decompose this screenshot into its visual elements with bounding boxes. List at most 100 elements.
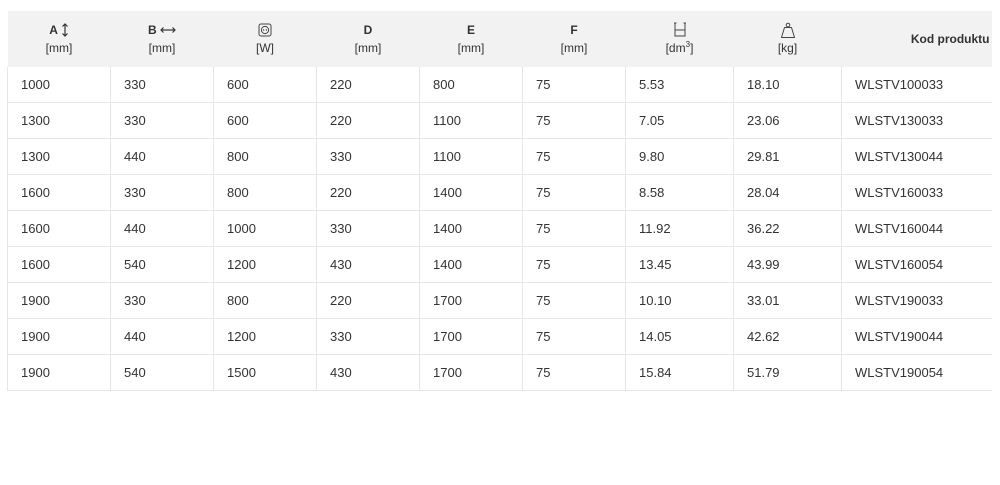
cell-weight: 28.04 <box>733 174 842 211</box>
table-row: 1900 440 1200 330 1700 75 14.05 42.62 WLSTV19004… <box>7 318 992 355</box>
cell-e: 1100 <box>419 138 523 175</box>
cell-e: 1400 <box>419 210 523 247</box>
table-row: 1900 330 800 220 1700 75 10.10 33.01 WLSTV190033 <box>7 282 992 319</box>
cell-weight: 51.79 <box>733 354 842 391</box>
cell-product-code: WLSTV130044 <box>841 138 992 175</box>
power-outlet-icon <box>258 23 272 37</box>
cell-b: 440 <box>110 210 214 247</box>
cell-f: 75 <box>522 210 626 247</box>
cell-weight: 23.06 <box>733 102 842 139</box>
cell-b: 540 <box>110 354 214 391</box>
column-header-power: [W] <box>213 11 317 67</box>
cell-a: 1900 <box>7 282 111 319</box>
cell-f: 75 <box>522 354 626 391</box>
cell-power: 1200 <box>213 246 317 283</box>
cell-volume: 15.84 <box>625 354 734 391</box>
column-header-a-label: A <box>49 22 58 37</box>
cell-product-code: WLSTV190054 <box>841 354 992 391</box>
cell-d: 430 <box>316 246 420 283</box>
cell-weight: 33.01 <box>733 282 842 319</box>
cell-f: 75 <box>522 282 626 319</box>
cell-b: 330 <box>110 174 214 211</box>
cell-e: 1700 <box>419 282 523 319</box>
cell-volume: 11.92 <box>625 210 734 247</box>
column-header-product-code: Kod produktu <box>841 11 992 67</box>
column-header-d-label: D <box>363 22 373 37</box>
column-header-b-label: B <box>147 22 157 37</box>
cell-weight: 36.22 <box>733 210 842 247</box>
table-row: 1300 330 600 220 1100 75 7.05 23.06 WLSTV130033 <box>7 102 992 139</box>
cell-e: 800 <box>419 67 523 103</box>
cell-product-code: WLSTV190033 <box>841 282 992 319</box>
cell-product-code: WLSTV190044 <box>841 318 992 355</box>
cell-b: 330 <box>110 102 214 139</box>
cell-power: 1000 <box>213 210 317 247</box>
table-body: 1000 330 600 220 800 75 5.53 18.10 WLSTV100033 13… <box>7 67 992 391</box>
volume-container-icon <box>673 22 686 37</box>
cell-b: 330 <box>110 282 214 319</box>
cell-f: 75 <box>522 138 626 175</box>
cell-volume: 8.58 <box>625 174 734 211</box>
column-header-a: A [mm] <box>7 11 111 67</box>
column-header-e: E [mm] <box>419 11 523 67</box>
cell-b: 440 <box>110 318 214 355</box>
cell-product-code: WLSTV160033 <box>841 174 992 211</box>
cell-volume: 9.80 <box>625 138 734 175</box>
cell-d: 220 <box>316 67 420 103</box>
cell-f: 75 <box>522 318 626 355</box>
cell-e: 1700 <box>419 354 523 391</box>
cell-product-code: WLSTV100033 <box>841 67 992 103</box>
cell-power: 800 <box>213 174 317 211</box>
cell-a: 1600 <box>7 174 111 211</box>
product-spec-table: A [mm] B [mm] [W] D [mm] E [mm] F [mm] [… <box>7 11 992 391</box>
cell-power: 600 <box>213 102 317 139</box>
cell-weight: 43.99 <box>733 246 842 283</box>
cell-weight: 42.62 <box>733 318 842 355</box>
cell-weight: 29.81 <box>733 138 842 175</box>
cell-volume: 14.05 <box>625 318 734 355</box>
column-header-d-unit: [mm] <box>354 40 382 55</box>
column-header-b: B [mm] <box>110 11 214 67</box>
cell-power: 1200 <box>213 318 317 355</box>
cell-volume: 10.10 <box>625 282 734 319</box>
cell-f: 75 <box>522 174 626 211</box>
column-header-weight-unit: [kg] <box>777 40 798 55</box>
cell-power: 1500 <box>213 354 317 391</box>
cell-d: 330 <box>316 318 420 355</box>
cell-e: 1400 <box>419 246 523 283</box>
cell-b: 330 <box>110 67 214 103</box>
volume-unit-end: ] <box>690 40 694 55</box>
column-header-e-unit: [mm] <box>457 40 485 55</box>
cell-f: 75 <box>522 246 626 283</box>
cell-e: 1700 <box>419 318 523 355</box>
cell-b: 540 <box>110 246 214 283</box>
cell-f: 75 <box>522 102 626 139</box>
cell-d: 330 <box>316 138 420 175</box>
column-header-e-label: E <box>466 22 475 37</box>
table-row: 1900 540 1500 430 1700 75 15.84 51.79 WLSTV19005… <box>7 354 992 391</box>
cell-volume: 5.53 <box>625 67 734 103</box>
column-header-f: F [mm] <box>522 11 626 67</box>
cell-product-code: WLSTV130033 <box>841 102 992 139</box>
cell-power: 800 <box>213 138 317 175</box>
cell-d: 430 <box>316 354 420 391</box>
cell-e: 1100 <box>419 102 523 139</box>
cell-weight: 18.10 <box>733 67 842 103</box>
table-row: 1600 440 1000 330 1400 75 11.92 36.22 WLSTV16004… <box>7 210 992 247</box>
column-header-b-unit: [mm] <box>148 40 176 55</box>
cell-a: 1900 <box>7 318 111 355</box>
volume-unit-main: [dm <box>665 40 686 55</box>
cell-volume: 13.45 <box>625 246 734 283</box>
cell-d: 220 <box>316 174 420 211</box>
column-header-f-label: F <box>570 22 578 37</box>
column-header-f-unit: [mm] <box>560 40 588 55</box>
cell-product-code: WLSTV160054 <box>841 246 992 283</box>
vertical-arrow-icon <box>61 23 68 38</box>
cell-a: 1000 <box>7 67 111 103</box>
cell-b: 440 <box>110 138 214 175</box>
horizontal-arrow-icon <box>160 27 176 34</box>
cell-a: 1900 <box>7 354 111 391</box>
table-header-row: A [mm] B [mm] [W] D [mm] E [mm] F [mm] [… <box>7 11 992 67</box>
cell-power: 800 <box>213 282 317 319</box>
cell-a: 1600 <box>7 210 111 247</box>
